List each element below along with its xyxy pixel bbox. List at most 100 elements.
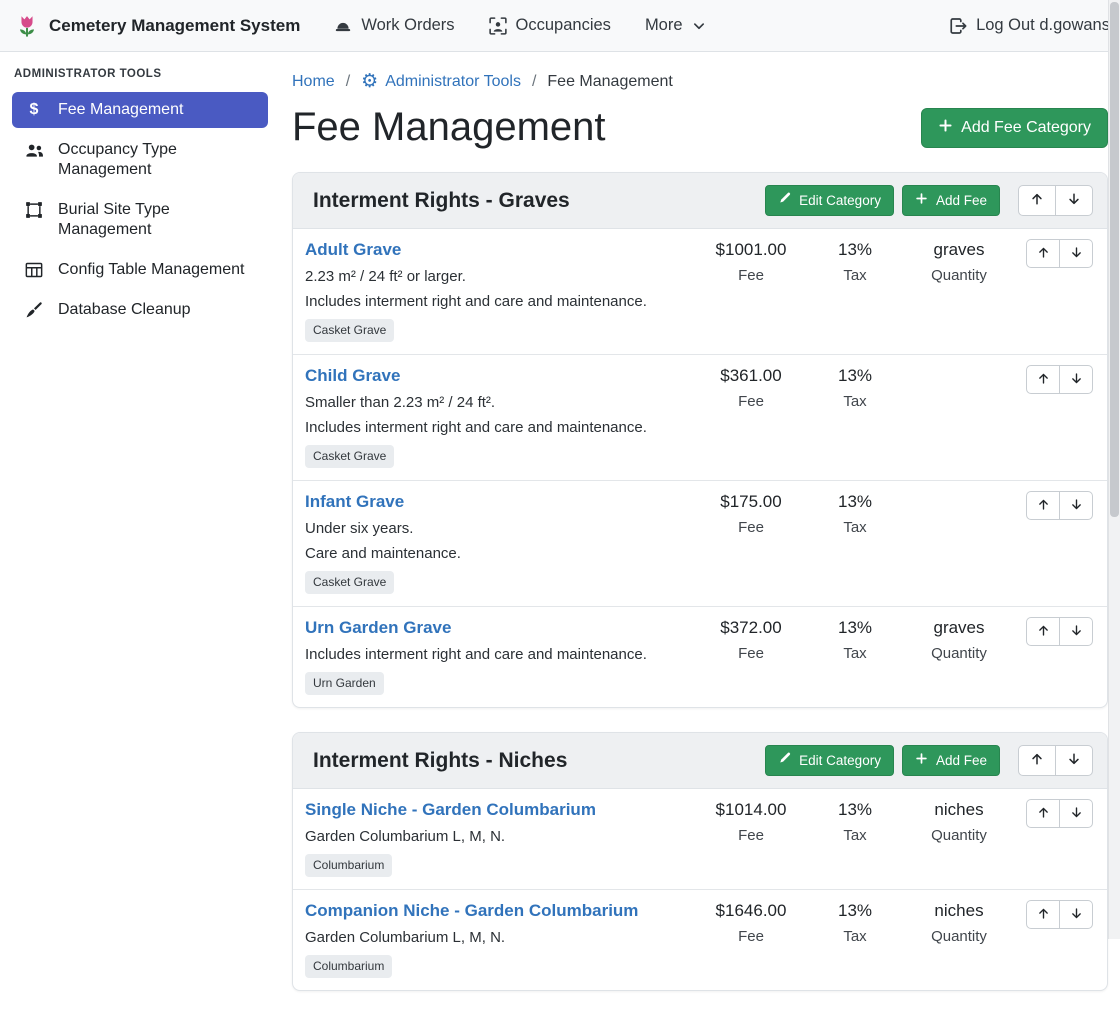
quantity-value: niches (907, 900, 1011, 922)
fee-name-link[interactable]: Single Niche - Garden Columbarium (305, 799, 596, 821)
arrow-down-icon (1070, 907, 1083, 923)
move-category-up-button[interactable] (1018, 185, 1056, 216)
breadcrumb-admin-tools-label: Administrator Tools (385, 73, 521, 91)
move-fee-down-button[interactable] (1059, 799, 1093, 828)
arrow-down-icon (1070, 498, 1083, 514)
fee-field-label: Fee (699, 518, 803, 537)
scrollbar-thumb[interactable] (1110, 2, 1119, 517)
add-fee-category-button[interactable]: Add Fee Category (921, 108, 1108, 148)
arrow-up-icon (1030, 752, 1044, 769)
tax-col: 13% Tax (803, 900, 907, 946)
fee-name-link[interactable]: Child Grave (305, 365, 400, 387)
fee-name-link[interactable]: Infant Grave (305, 491, 404, 513)
move-fee-up-button[interactable] (1026, 491, 1060, 520)
arrow-up-icon (1037, 246, 1050, 262)
move-category-down-button[interactable] (1055, 185, 1093, 216)
tulip-logo-icon (14, 13, 40, 39)
sidebar-nav: $ Fee Management Occupancy Type Manageme… (12, 92, 268, 328)
edit-category-button[interactable]: Edit Category (765, 185, 894, 216)
add-fee-label: Add Fee (936, 192, 987, 209)
nav-work-orders[interactable]: Work Orders (334, 16, 454, 35)
tax-col: 13% Tax (803, 365, 907, 411)
move-fee-up-button[interactable] (1026, 617, 1060, 646)
app-brand[interactable]: Cemetery Management System (14, 13, 300, 39)
add-fee-category-label: Add Fee Category (961, 119, 1091, 137)
fee-badge: Casket Grave (305, 319, 394, 342)
page-title: Fee Management (292, 105, 606, 150)
fee-descriptions: 2.23 m² / 24 ft² or larger. Includes inte… (305, 267, 699, 311)
move-fee-up-button[interactable] (1026, 239, 1060, 268)
fee-name-link[interactable]: Urn Garden Grave (305, 617, 451, 639)
person-bounding-box-icon (489, 17, 507, 35)
breadcrumb-admin-tools-link[interactable]: ⚙ Administrator Tools (361, 72, 521, 91)
sidebar-item-label: Config Table Management (58, 260, 245, 280)
nav-occupancies-label: Occupancies (516, 16, 611, 35)
dollar-icon: $ (24, 101, 44, 119)
move-fee-down-button[interactable] (1059, 617, 1093, 646)
quantity-field-label: Quantity (907, 927, 1011, 946)
fee-descriptions: Garden Columbarium L, M, N. (305, 928, 699, 947)
breadcrumb-separator: / (346, 73, 350, 91)
sidebar-item-burial-site-type-management[interactable]: Burial Site Type Management (12, 192, 268, 248)
fee-name-link[interactable]: Adult Grave (305, 239, 401, 261)
move-category-up-button[interactable] (1018, 745, 1056, 776)
nav-more[interactable]: More (645, 16, 706, 35)
fee-value: $1646.00 (699, 900, 803, 922)
fee-description: 2.23 m² / 24 ft² or larger. (305, 267, 699, 286)
scrollbar-track[interactable] (1108, 0, 1120, 939)
gear-icon: ⚙ (361, 72, 378, 91)
move-fee-up-button[interactable] (1026, 799, 1060, 828)
quantity-col: graves Quantity (907, 239, 1011, 285)
fee-amount-col: $1646.00 Fee (699, 900, 803, 946)
logout-button[interactable]: Log Out d.gowans (949, 16, 1110, 35)
fee-badge: Casket Grave (305, 445, 394, 468)
move-fee-down-button[interactable] (1059, 900, 1093, 929)
fee-name-link[interactable]: Companion Niche - Garden Columbarium (305, 900, 638, 922)
fee-amount-col: $361.00 Fee (699, 365, 803, 411)
sidebar-item-config-table-management[interactable]: Config Table Management (12, 252, 268, 288)
fee-badge: Columbarium (305, 854, 392, 877)
fee-description: Includes interment right and care and ma… (305, 292, 699, 311)
fee-field-label: Fee (699, 266, 803, 285)
plus-icon (915, 192, 928, 209)
fee-field-label: Fee (699, 927, 803, 946)
edit-category-button[interactable]: Edit Category (765, 745, 894, 776)
move-category-down-button[interactable] (1055, 745, 1093, 776)
fee-badge: Columbarium (305, 955, 392, 978)
fee-description: Care and maintenance. (305, 544, 699, 563)
fee-info: Single Niche - Garden Columbarium Garden… (305, 799, 699, 877)
fee-category-card: Interment Rights - Graves Edit Category … (292, 172, 1108, 708)
add-fee-button[interactable]: Add Fee (902, 745, 1000, 776)
category-title: Interment Rights - Graves (313, 189, 570, 213)
tax-value: 13% (803, 365, 907, 387)
quantity-field-label: Quantity (907, 826, 1011, 845)
move-fee-up-button[interactable] (1026, 365, 1060, 394)
logout-icon (949, 17, 967, 35)
pencil-icon (778, 192, 791, 209)
category-reorder-buttons (1018, 745, 1093, 776)
tax-field-label: Tax (803, 927, 907, 946)
fee-info: Child Grave Smaller than 2.23 m² / 24 ft… (305, 365, 699, 468)
sidebar-item-fee-management[interactable]: $ Fee Management (12, 92, 268, 128)
move-fee-down-button[interactable] (1059, 239, 1093, 268)
category-header: Interment Rights - Niches Edit Category … (293, 733, 1107, 789)
arrow-down-icon (1070, 246, 1083, 262)
nav-occupancies[interactable]: Occupancies (489, 16, 611, 35)
sidebar-item-database-cleanup[interactable]: Database Cleanup (12, 292, 268, 328)
fee-reorder-buttons (1026, 365, 1093, 394)
hard-hat-icon (334, 17, 352, 35)
fee-amount-col: $175.00 Fee (699, 491, 803, 537)
move-fee-down-button[interactable] (1059, 491, 1093, 520)
move-fee-up-button[interactable] (1026, 900, 1060, 929)
app-title: Cemetery Management System (49, 16, 300, 36)
add-fee-button[interactable]: Add Fee (902, 185, 1000, 216)
quantity-value: graves (907, 239, 1011, 261)
tax-field-label: Tax (803, 644, 907, 663)
quantity-col: niches Quantity (907, 900, 1011, 946)
arrow-up-icon (1037, 498, 1050, 514)
tax-field-label: Tax (803, 266, 907, 285)
fee-reorder-buttons (1026, 491, 1093, 520)
move-fee-down-button[interactable] (1059, 365, 1093, 394)
breadcrumb-home-link[interactable]: Home (292, 73, 335, 91)
sidebar-item-occupancy-type-management[interactable]: Occupancy Type Management (12, 132, 268, 188)
